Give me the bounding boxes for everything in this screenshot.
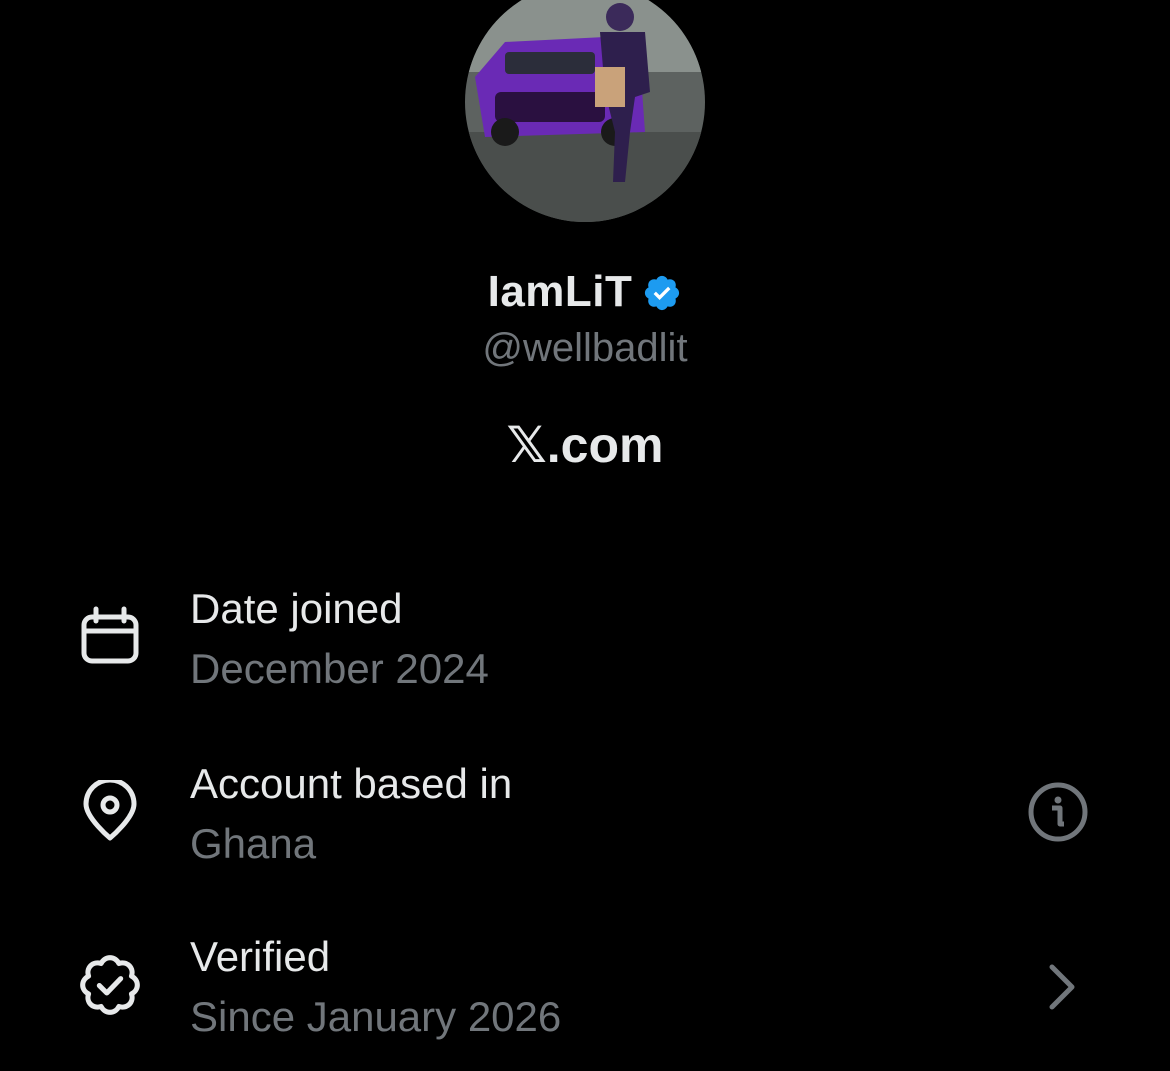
info-row-value: Ghana bbox=[190, 820, 317, 867]
profile-avatar[interactable] bbox=[465, 0, 705, 222]
info-row-account-based-in: Account based in Ghana bbox=[0, 760, 1170, 890]
info-row-label: Date joined bbox=[190, 585, 403, 632]
info-icon[interactable] bbox=[1026, 780, 1090, 844]
info-row-label: Account based in bbox=[190, 760, 513, 807]
verified-badge-icon[interactable] bbox=[642, 273, 682, 313]
profile-site-label: 𝕏.com bbox=[506, 417, 664, 473]
chevron-right-icon[interactable] bbox=[1030, 955, 1094, 1019]
verified-outline-icon bbox=[78, 953, 142, 1017]
profile-handle: @wellbadlit bbox=[482, 326, 688, 370]
location-pin-icon bbox=[78, 780, 142, 844]
info-row-verified[interactable]: Verified Since January 2026 bbox=[0, 933, 1170, 1063]
info-row-date-joined: Date joined December 2024 bbox=[0, 585, 1170, 715]
calendar-icon bbox=[78, 605, 142, 669]
profile-name-row: IamLiT bbox=[0, 262, 1170, 322]
info-row-value: Since January 2026 bbox=[190, 993, 562, 1040]
profile-display-name: IamLiT bbox=[487, 267, 633, 316]
info-row-label: Verified bbox=[190, 933, 331, 980]
info-row-value: December 2024 bbox=[190, 645, 489, 692]
